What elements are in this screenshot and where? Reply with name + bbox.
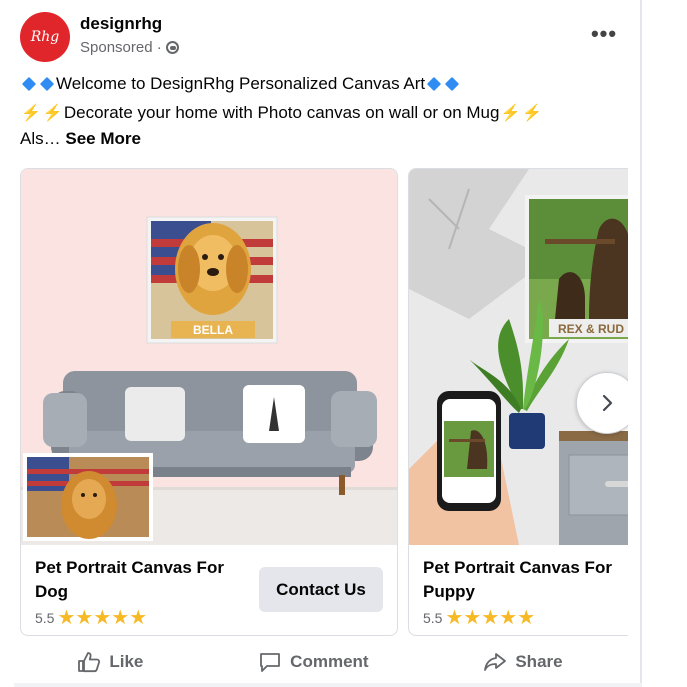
carousel-caption: Pet Portrait Canvas For Dog 5.5 ★★★★★ Co…: [21, 545, 397, 635]
post-text-line2: ⚡ ⚡Decorate your home with Photo canvas o…: [20, 100, 620, 126]
share-icon: [484, 653, 507, 671]
page-name[interactable]: designrhg: [80, 14, 162, 34]
frame-label: BELLA: [193, 323, 233, 337]
lightning-icon: ⚡: [21, 105, 41, 123]
like-button[interactable]: Like: [77, 651, 143, 673]
lightning-icon: ⚡: [500, 105, 521, 123]
star-rating-icon: ★★★★★: [445, 607, 536, 629]
star-rating-icon: ★★★★★: [57, 607, 148, 629]
truncated-text: Als…: [20, 129, 61, 149]
product-image[interactable]: BELLA: [21, 169, 397, 545]
product-title[interactable]: Pet Portrait Canvas For Puppy: [423, 556, 628, 604]
comment-button[interactable]: Comment: [258, 651, 369, 673]
rating: 5.5 ★★★★★: [35, 605, 147, 630]
blue-diamond-icon: [21, 76, 37, 92]
rating-value: 5.5: [35, 609, 55, 626]
avatar-logo-text: Rhg: [30, 29, 60, 45]
thumbs-up-icon: [78, 652, 101, 673]
post-text: Welcome to DesignRhg Personalized Canvas…: [20, 71, 620, 151]
contact-us-button[interactable]: Contact Us: [259, 567, 383, 612]
carousel[interactable]: BELLA Pet Portrait Canvas For Dog 5.5 ★★…: [20, 168, 628, 636]
sponsored-label: Sponsored ·: [80, 39, 179, 56]
lightning-icon: ⚡: [522, 105, 543, 123]
card-bottom-border: [14, 683, 642, 687]
like-label: Like: [109, 652, 144, 671]
post-text-line1: Welcome to DesignRhg Personalized Canvas…: [20, 71, 620, 96]
sponsored-text: Sponsored ·: [80, 39, 162, 56]
post-text-line3: Als… See More: [20, 126, 620, 151]
avatar[interactable]: Rhg: [20, 12, 70, 62]
blue-diamond-icon: [427, 76, 442, 92]
rating: 5.5 ★★★★★: [423, 605, 535, 630]
comment-label: Comment: [290, 652, 369, 671]
rating-value: 5.5: [423, 609, 443, 626]
more-options-button[interactable]: •••: [589, 22, 619, 52]
welcome-text: Welcome to DesignRhg Personalized Canvas…: [56, 74, 426, 93]
frame-label: REX & RUD: [558, 322, 624, 336]
carousel-item[interactable]: BELLA Pet Portrait Canvas For Dog 5.5 ★★…: [20, 168, 398, 636]
product-title[interactable]: Pet Portrait Canvas For Dog: [35, 556, 245, 604]
share-button[interactable]: Share: [483, 651, 563, 673]
post-actions: Like Comment Share: [20, 644, 620, 680]
post-header: Rhg designrhg Sponsored · •••: [20, 12, 620, 64]
globe-icon: [165, 41, 179, 54]
lightning-icon: ⚡: [42, 105, 63, 123]
decorate-text: Decorate your home with Photo canvas on …: [63, 103, 500, 122]
card-border: [640, 0, 642, 687]
see-more-link[interactable]: See More: [65, 129, 141, 148]
chevron-right-icon: [602, 394, 613, 412]
share-label: Share: [515, 652, 563, 671]
product-image[interactable]: REX & RUD: [409, 169, 628, 545]
blue-diamond-icon: [445, 76, 460, 92]
carousel-caption: Pet Portrait Canvas For Puppy 5.5 ★★★★★: [409, 545, 628, 635]
blue-diamond-icon: [39, 76, 55, 92]
comment-icon: [260, 653, 281, 672]
